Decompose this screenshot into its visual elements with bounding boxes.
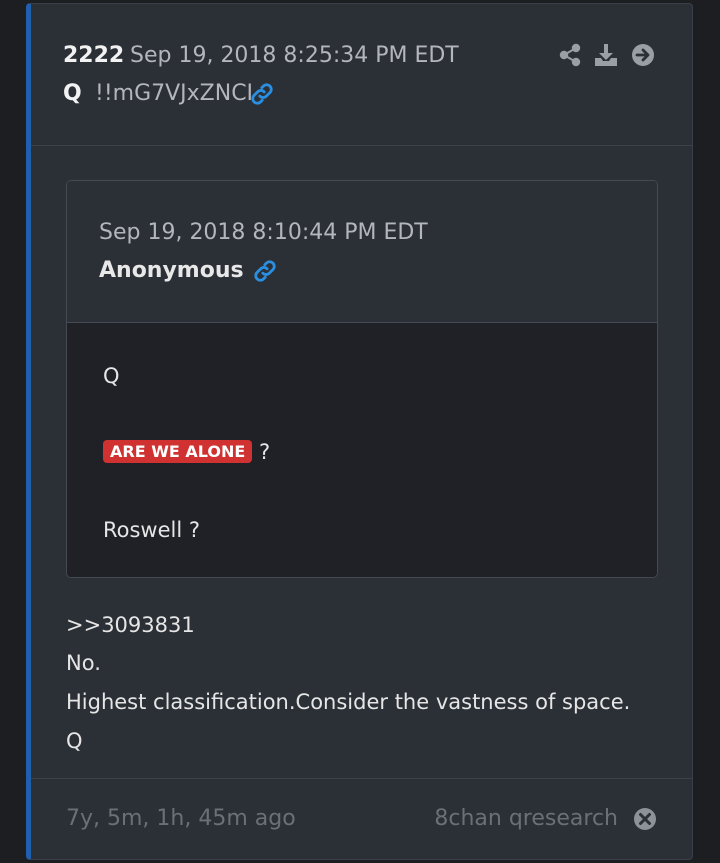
quoted-post-body: Q ARE WE ALONE ? Roswell ?	[67, 323, 657, 577]
post-author: Q	[63, 81, 82, 106]
post-reference-link[interactable]: >>3093831	[66, 613, 195, 637]
quoted-post-header: Sep 19, 2018 8:10:44 PM EDT Anonymous	[67, 181, 657, 323]
quoted-post: Sep 19, 2018 8:10:44 PM EDT Anonymous Q …	[66, 180, 658, 578]
post-number[interactable]: 2222	[63, 43, 124, 68]
highlight-badge: ARE WE ALONE	[103, 440, 253, 463]
quoted-post-date: Sep 19, 2018 8:10:44 PM EDT	[99, 220, 428, 245]
post-footer: 7y, 5m, 1h, 45m ago 8chan qresearch	[31, 778, 692, 859]
message-line: Q	[66, 729, 83, 753]
post-date: Sep 19, 2018 8:25:34 PM EDT	[130, 43, 459, 68]
post-tripcode: !!mG7VJxZNCI	[95, 81, 254, 106]
close-icon[interactable]	[633, 807, 657, 831]
link-icon[interactable]	[252, 258, 278, 284]
quoted-line: Q	[103, 364, 120, 388]
message-line: Highest classification.Consider the vast…	[66, 690, 631, 714]
quoted-line: Roswell ?	[103, 518, 201, 542]
download-icon[interactable]	[594, 43, 618, 67]
post-source[interactable]: 8chan qresearch	[434, 806, 618, 831]
quoted-post-author: Anonymous	[99, 258, 244, 283]
badge-suffix: ?	[258, 440, 271, 464]
arrow-right-icon[interactable]	[631, 43, 655, 67]
post-age: 7y, 5m, 1h, 45m ago	[66, 806, 296, 831]
post-header: 2222 Sep 19, 2018 8:25:34 PM EDT Q !!mG7…	[31, 4, 692, 146]
link-icon[interactable]	[249, 81, 275, 107]
message-line: No.	[66, 651, 101, 675]
share-icon[interactable]	[558, 43, 582, 67]
quoted-line: ARE WE ALONE ?	[103, 440, 270, 464]
post-card: 2222 Sep 19, 2018 8:25:34 PM EDT Q !!mG7…	[26, 3, 693, 860]
